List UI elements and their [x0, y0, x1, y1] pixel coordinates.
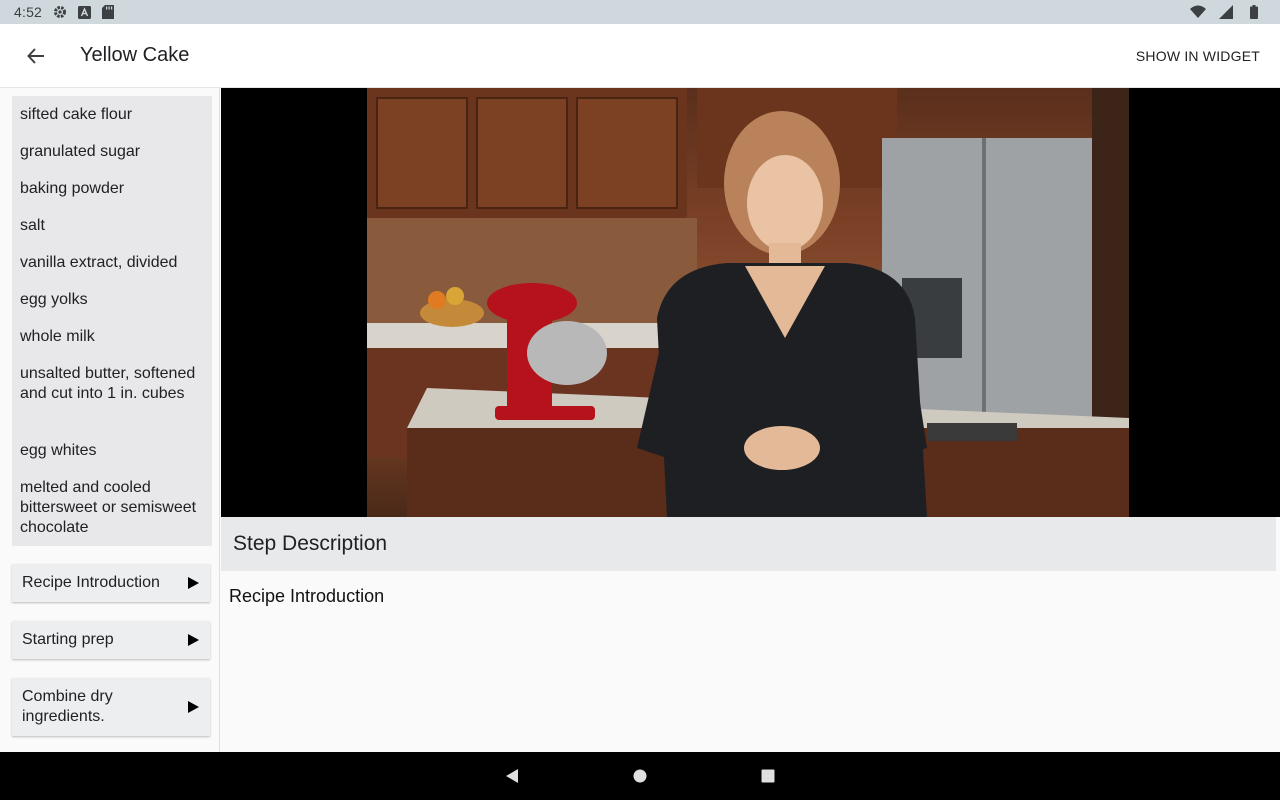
app-bar: Yellow Cake SHOW IN WIDGET [0, 24, 1280, 88]
step-label: Combine dry ingredients. [22, 688, 113, 725]
step-label: Recipe Introduction [22, 574, 160, 591]
video-frame [367, 88, 1129, 517]
list-item: egg yolks [20, 291, 88, 308]
list-item: vanilla extract, divided [20, 254, 178, 271]
signal-icon [1218, 4, 1234, 20]
square-recents-icon [761, 769, 775, 783]
circle-home-icon [633, 769, 647, 783]
ingredient-list: sifted cake flour granulated sugar bakin… [12, 96, 212, 546]
gear-icon [52, 4, 68, 20]
arrow-back-icon [27, 47, 44, 64]
video-player[interactable] [221, 88, 1280, 517]
step-combine-dry-ingredients[interactable]: Combine dry ingredients. [12, 678, 210, 736]
status-bar: 4:52 [0, 0, 1280, 24]
list-item: whole milk [20, 328, 95, 345]
page-title: Yellow Cake [80, 44, 190, 66]
list-item: egg whites [20, 442, 97, 459]
list-item: baking powder [20, 180, 125, 197]
sidebar: sifted cake flour granulated sugar bakin… [0, 88, 220, 752]
step-starting-prep[interactable]: Starting prep [12, 621, 210, 659]
triangle-back-icon [506, 769, 518, 783]
show-in-widget-button[interactable]: SHOW IN WIDGET [1136, 48, 1260, 64]
status-time: 4:52 [14, 4, 43, 20]
step-description-text: Recipe Introduction [229, 586, 385, 606]
nav-back-button[interactable] [501, 765, 523, 787]
step-label: Starting prep [22, 631, 114, 648]
play-icon [188, 577, 199, 589]
play-icon [188, 701, 199, 713]
list-item: granulated sugar [20, 143, 141, 160]
nav-home-button[interactable] [629, 765, 651, 787]
back-button[interactable] [24, 44, 48, 68]
battery-icon [1246, 4, 1262, 20]
nav-recents-button[interactable] [757, 765, 779, 787]
step-description-header: Step Description [221, 517, 1276, 571]
navigation-bar [0, 752, 1280, 800]
list-item: sifted cake flour [20, 106, 133, 123]
kitchen-scene-image [367, 88, 1129, 517]
list-item: unsalted butter, softened and cut into 1… [20, 365, 196, 402]
step-recipe-introduction[interactable]: Recipe Introduction [12, 564, 210, 602]
a-icon [76, 4, 92, 20]
wifi-icon [1190, 4, 1206, 20]
list-item: melted and cooled bittersweet or semiswe… [20, 479, 197, 536]
play-icon [188, 634, 199, 646]
list-item: salt [20, 217, 45, 234]
sd-card-icon [100, 4, 116, 20]
